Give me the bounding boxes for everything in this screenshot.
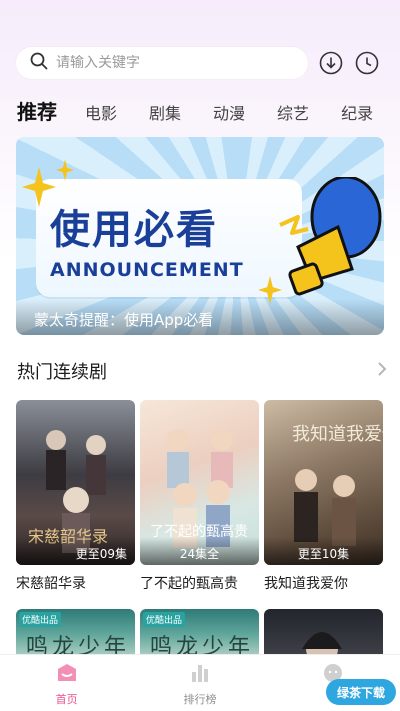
studio-tag: 优酷出品 [19, 612, 62, 627]
svg-text:我知道我爱你: 我知道我爱你 [292, 424, 383, 445]
studio-tag: 优酷出品 [143, 612, 186, 627]
episode-badge: 更至09集 [16, 537, 135, 565]
search-icon [30, 52, 48, 74]
drama-poster: 我知道我爱你 更至10集 [264, 400, 383, 565]
home-icon [56, 663, 78, 687]
drama-card[interactable]: 了不起的甄高贵 24集全 了不起的甄高贵 [140, 400, 259, 593]
announcement-banner[interactable]: 使用必看 ANNOUNCEMENT 蒙太奇提醒：使用App必看 [16, 137, 384, 335]
tab-series[interactable]: 剧集 [149, 100, 181, 124]
drama-title: 我知道我爱你 [264, 576, 348, 592]
drama-card[interactable]: 我知道我爱你 更至10集 我知道我爱你 [264, 400, 383, 593]
nav-home[interactable]: 首页 [0, 655, 133, 711]
search-box[interactable] [16, 47, 308, 79]
episode-badge: 更至10集 [264, 537, 383, 565]
drama-title: 了不起的甄高贵 [140, 576, 238, 592]
search-input[interactable] [56, 55, 276, 71]
history-clock-icon[interactable] [354, 50, 380, 76]
tab-recommend[interactable]: 推荐 [17, 96, 57, 124]
tab-movie[interactable]: 电影 [85, 100, 117, 124]
download-icon[interactable] [318, 50, 344, 76]
banner-caption: 蒙太奇提醒：使用App必看 [16, 299, 384, 335]
search-row [16, 47, 388, 79]
section-title: 热门连续剧 [17, 362, 107, 383]
bar-chart-icon [189, 663, 211, 687]
banner-subtitle: ANNOUNCEMENT [50, 259, 244, 281]
nav-ranking[interactable]: 排行榜 [133, 655, 266, 711]
nav-label: 排行榜 [183, 693, 217, 706]
episode-badge: 24集全 [140, 537, 259, 565]
drama-poster: 了不起的甄高贵 24集全 [140, 400, 259, 565]
nav-label: 首页 [55, 693, 78, 706]
drama-card[interactable]: 宋慈韶华录 更至09集 宋慈韶华录 [16, 400, 135, 593]
section-header[interactable]: 热门连续剧 [17, 358, 388, 384]
category-tabs: 推荐 电影 剧集 动漫 综艺 纪录 [17, 96, 400, 124]
drama-poster: 宋慈韶华录 更至09集 [16, 400, 135, 565]
megaphone-icon [279, 177, 382, 296]
tab-variety[interactable]: 综艺 [277, 100, 309, 124]
drama-title: 宋慈韶华录 [16, 576, 86, 592]
drama-list: 宋慈韶华录 更至09集 宋慈韶华录 了不起的甄高贵 24集全 了不起的甄高贵 我… [16, 400, 388, 593]
tab-anime[interactable]: 动漫 [213, 100, 245, 124]
tab-documentary[interactable]: 纪录 [341, 100, 373, 124]
banner-title: 使用必看 [50, 207, 218, 253]
chevron-right-icon[interactable] [376, 361, 388, 381]
sparkle-icon [56, 159, 74, 181]
watermark-logo: 绿茶下载 [326, 679, 396, 705]
